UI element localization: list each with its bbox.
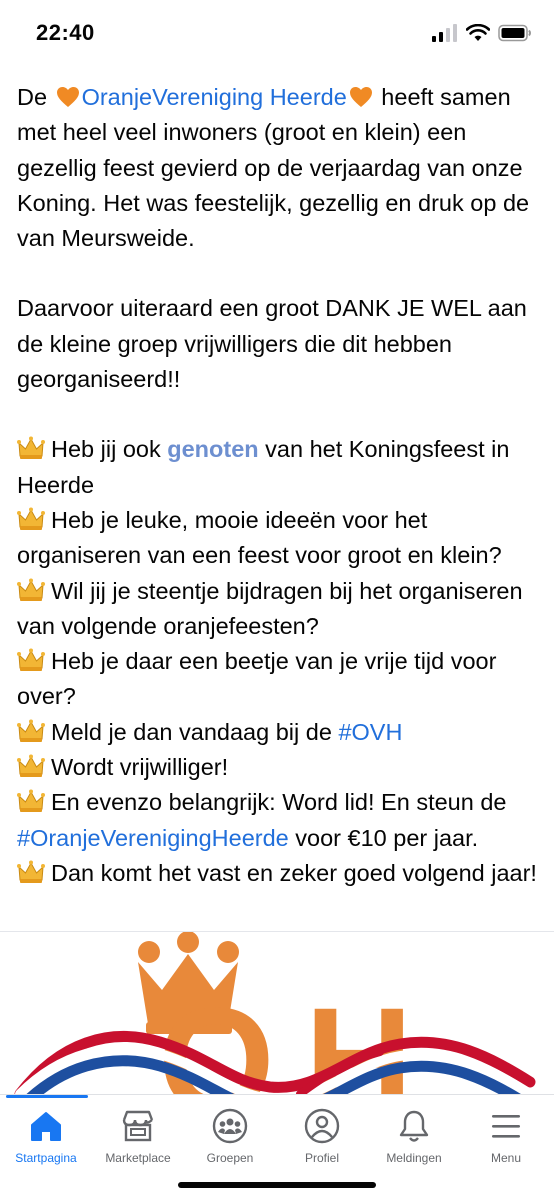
crown-icon — [17, 648, 45, 672]
wifi-icon — [466, 24, 490, 41]
crown-icon — [17, 578, 45, 601]
crown-icon — [17, 507, 45, 530]
home-icon — [31, 1112, 61, 1141]
tab-marketplace[interactable]: Marketplace — [92, 1107, 184, 1165]
tab-startpagina[interactable]: Startpagina — [0, 1107, 92, 1165]
crown-icon — [17, 754, 45, 778]
list-item: Heb je leuke, mooie ideeën voor het orga… — [17, 506, 502, 569]
tab-groepen[interactable]: Groepen — [184, 1107, 276, 1165]
tab-profiel[interactable]: Profiel — [276, 1107, 368, 1165]
crown-icon — [17, 860, 45, 883]
home-indicator[interactable] — [178, 1182, 376, 1188]
tab-meldingen[interactable]: Meldingen — [368, 1107, 460, 1165]
crown-icon — [17, 719, 45, 742]
list-item: En evenzo belangrijk: Word lid! En steun… — [17, 789, 507, 851]
list-item: Heb je daar een beetje van je vrije tijd… — [17, 648, 497, 710]
list-item: Wordt vrijwilliger! — [17, 750, 542, 785]
tab-menu[interactable]: Menu — [460, 1107, 552, 1165]
crown-icon — [17, 436, 45, 460]
orange-heart-icon — [349, 87, 372, 107]
bottom-tab-bar: Startpagina Marketplace Groepen Profiel — [0, 1094, 554, 1200]
crown-icon — [17, 789, 45, 813]
list-item: Dan komt het vast en zeker goed volgend … — [17, 856, 542, 891]
menu-icon — [492, 1115, 520, 1138]
status-time: 22:40 — [36, 20, 95, 45]
orange-heart-icon — [56, 87, 79, 107]
status-bar: 22:40 — [0, 0, 554, 64]
active-tab-indicator — [6, 1095, 88, 1098]
hashtag-oranjevereniging-link[interactable]: #OranjeVerenigingHeerde — [17, 825, 289, 851]
cellular-signal-icon — [432, 24, 457, 42]
ovh-logo: OH — [14, 932, 536, 1094]
list-item: Wil jij je steentje bijdragen bij het or… — [17, 577, 523, 639]
marketplace-icon — [122, 1110, 154, 1142]
battery-icon — [498, 24, 531, 42]
post-image[interactable]: OH — [0, 932, 554, 1094]
profile-icon — [304, 1108, 340, 1144]
hashtag-ovh-link[interactable]: #OVH — [338, 719, 402, 745]
genoten-link[interactable]: genoten — [167, 436, 258, 462]
post-text: De OranjeVereniging Heerde heeft samen m… — [17, 80, 542, 891]
list-item: Heb jij ook genoten van het Koningsfeest… — [17, 436, 510, 498]
status-icons — [432, 24, 532, 42]
list-item: Meld je dan vandaag bij de #OVH — [17, 715, 542, 750]
bell-icon — [399, 1110, 429, 1142]
groups-icon — [212, 1108, 248, 1144]
post-thanks: Daarvoor uiteraard een groot DANK JE WEL… — [17, 295, 527, 393]
post-intro: De OranjeVereniging Heerde heeft samen m… — [17, 84, 530, 252]
page-link[interactable]: OranjeVereniging Heerde — [82, 84, 347, 110]
